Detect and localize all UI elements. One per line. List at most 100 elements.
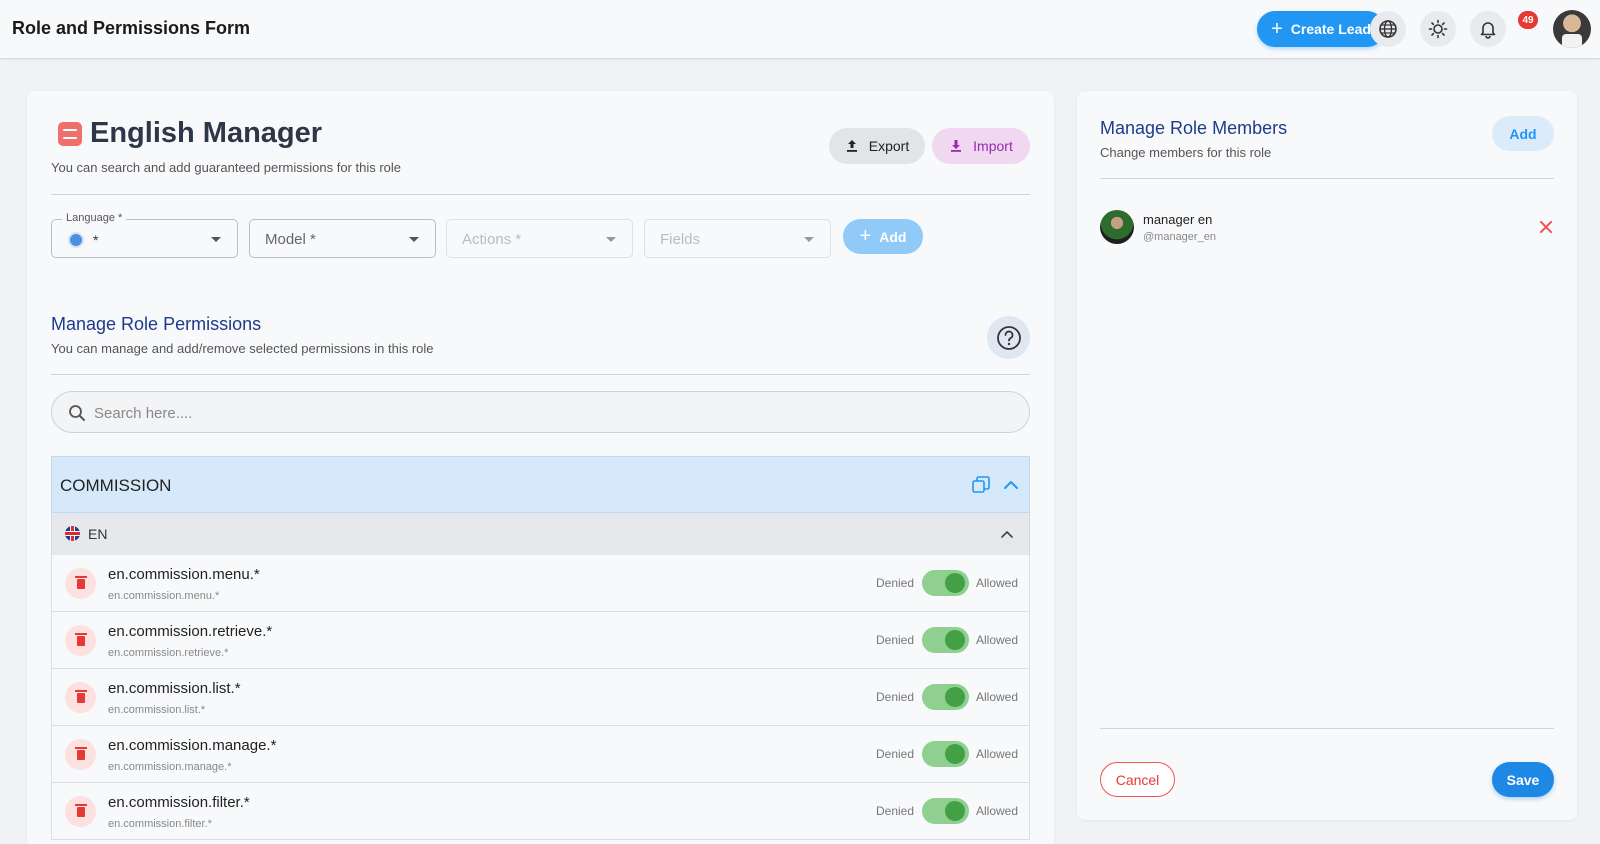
- allowed-label: Allowed: [976, 633, 1019, 647]
- delete-permission-button[interactable]: [65, 796, 96, 827]
- permission-toggle[interactable]: [922, 627, 969, 653]
- add-member-button[interactable]: Add: [1492, 116, 1554, 151]
- permission-key: en.commission.menu.*: [108, 590, 220, 602]
- language-value: *: [93, 232, 99, 248]
- table-row: en.commission.menu.* en.commission.menu.…: [51, 555, 1030, 612]
- trash-icon: [74, 803, 87, 817]
- delete-permission-button[interactable]: [65, 739, 96, 770]
- permission-name: en.commission.menu.*: [108, 566, 260, 583]
- plus-icon: +: [859, 225, 872, 247]
- chevron-up-icon[interactable]: [1000, 528, 1014, 540]
- trash-icon: [74, 689, 87, 703]
- download-icon: [951, 140, 962, 152]
- permission-group-header[interactable]: COMMISSION: [51, 456, 1030, 513]
- denied-label: Denied: [876, 747, 915, 761]
- trash-icon: [74, 746, 87, 760]
- permission-toggle[interactable]: [922, 741, 969, 767]
- permission-toggle[interactable]: [922, 684, 969, 710]
- permissions-section-title: Manage Role Permissions: [51, 314, 262, 334]
- denied-label: Denied: [876, 690, 915, 704]
- table-row: en.commission.manage.* en.commission.man…: [51, 726, 1030, 783]
- chevron-up-icon[interactable]: [1003, 478, 1019, 492]
- delete-permission-button[interactable]: [65, 568, 96, 599]
- allowed-label: Allowed: [976, 690, 1019, 704]
- question-icon: [996, 325, 1021, 350]
- delete-permission-button[interactable]: [65, 682, 96, 713]
- sun-icon: [1428, 19, 1448, 39]
- member-name: manager en: [1143, 212, 1213, 227]
- table-row: en.commission.retrieve.* en.commission.r…: [51, 612, 1030, 669]
- permission-search-input[interactable]: Search here....: [51, 391, 1030, 433]
- table-row: en.commission.list.* en.commission.list.…: [51, 669, 1030, 726]
- add-permission-label: Add: [879, 228, 907, 245]
- permission-key: en.commission.list.*: [108, 704, 206, 716]
- language-label: Language *: [62, 212, 127, 224]
- caret-down-icon: [804, 237, 814, 242]
- delete-permission-button[interactable]: [65, 625, 96, 656]
- caret-down-icon: [409, 237, 419, 242]
- export-label: Export: [868, 138, 910, 154]
- permission-name: en.commission.retrieve.*: [108, 623, 273, 640]
- denied-label: Denied: [876, 633, 915, 647]
- denied-label: Denied: [876, 576, 915, 590]
- search-icon: [69, 405, 85, 421]
- permission-name: en.commission.manage.*: [108, 737, 277, 754]
- divider: [1100, 728, 1554, 729]
- theme-toggle-button[interactable]: [1420, 11, 1456, 47]
- import-label: Import: [973, 138, 1013, 154]
- user-avatar[interactable]: [1553, 10, 1591, 48]
- plus-icon: +: [1271, 18, 1283, 40]
- members-card: [1077, 91, 1577, 820]
- allowed-label: Allowed: [976, 747, 1019, 761]
- copy-icon[interactable]: [971, 475, 991, 495]
- fields-placeholder: Fields: [660, 231, 701, 248]
- member-handle: @manager_en: [1143, 231, 1216, 243]
- actions-select[interactable]: Actions *: [446, 219, 633, 258]
- divider: [51, 194, 1030, 195]
- save-button[interactable]: Save: [1492, 762, 1554, 797]
- permission-key: en.commission.filter.*: [108, 818, 212, 830]
- import-button[interactable]: Import: [932, 128, 1030, 164]
- notification-badge: 49: [1518, 11, 1538, 29]
- page-title: Role and Permissions Form: [12, 18, 251, 38]
- permission-key: en.commission.manage.*: [108, 761, 232, 773]
- permission-toggle[interactable]: [922, 570, 969, 596]
- remove-member-icon[interactable]: [1538, 219, 1554, 235]
- language-select[interactable]: Language * *: [51, 212, 238, 258]
- language-button[interactable]: [1370, 11, 1406, 47]
- divider: [51, 374, 1030, 375]
- model-select[interactable]: Model *: [249, 219, 436, 258]
- create-lead-label: Create Lead: [1290, 21, 1371, 37]
- permission-name: en.commission.list.*: [108, 680, 241, 697]
- allowed-label: Allowed: [976, 804, 1019, 818]
- allowed-label: Allowed: [976, 576, 1019, 590]
- notifications-button[interactable]: [1470, 11, 1506, 47]
- bell-icon: [1480, 22, 1496, 39]
- export-button[interactable]: Export: [829, 128, 925, 164]
- language-flag-icon: [68, 232, 84, 248]
- permission-name: en.commission.filter.*: [108, 794, 250, 811]
- sliders-icon: [58, 122, 82, 146]
- uk-flag-icon: [65, 526, 80, 541]
- cancel-button[interactable]: Cancel: [1100, 762, 1175, 797]
- caret-down-icon: [211, 237, 221, 242]
- help-button[interactable]: [987, 316, 1030, 359]
- role-subtitle: You can search and add guaranteed permis…: [51, 160, 402, 175]
- denied-label: Denied: [876, 804, 915, 818]
- add-permission-button[interactable]: + Add: [843, 219, 923, 254]
- fields-select[interactable]: Fields: [644, 219, 831, 258]
- members-section-subtitle: Change members for this role: [1100, 145, 1272, 160]
- member-avatar: [1100, 210, 1134, 244]
- caret-down-icon: [606, 237, 616, 242]
- permission-toggle[interactable]: [922, 798, 969, 824]
- language-subgroup-header[interactable]: EN: [51, 513, 1030, 555]
- trash-icon: [74, 632, 87, 646]
- create-lead-button[interactable]: + Create Lead: [1257, 11, 1385, 47]
- permissions-section-subtitle: You can manage and add/remove selected p…: [51, 341, 434, 356]
- actions-placeholder: Actions *: [462, 231, 522, 248]
- members-section-title: Manage Role Members: [1100, 118, 1288, 138]
- globe-icon: [1379, 20, 1397, 38]
- group-name: COMMISSION: [60, 476, 172, 495]
- permission-key: en.commission.retrieve.*: [108, 647, 229, 659]
- table-row: en.commission.filter.* en.commission.fil…: [51, 783, 1030, 840]
